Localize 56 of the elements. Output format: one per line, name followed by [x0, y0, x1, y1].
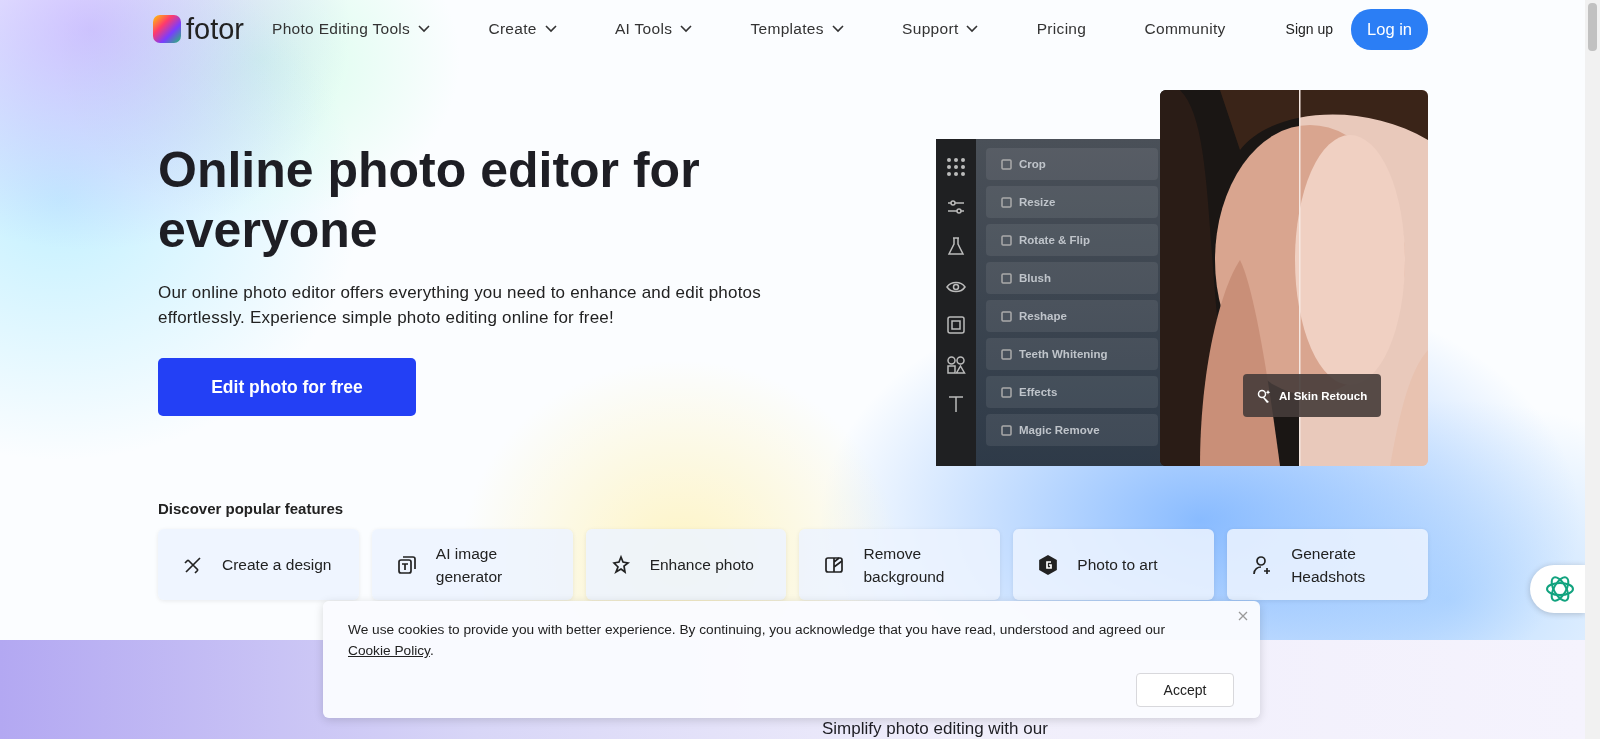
section-heading: Simplify photo editing with our	[822, 720, 1048, 738]
text-icon[interactable]	[946, 394, 966, 414]
edit-photo-button[interactable]: Edit photo for free	[158, 358, 416, 416]
accept-button[interactable]: Accept	[1136, 673, 1234, 707]
logo-icon	[152, 14, 182, 44]
text-image-icon	[395, 553, 418, 576]
tool-icon	[1000, 271, 1013, 285]
feature-card[interactable]: AI image generator	[371, 529, 573, 600]
sign-up-link[interactable]: Sign up	[1285, 21, 1334, 37]
tool-item[interactable]: Crop	[986, 148, 1158, 180]
feature-card[interactable]: Generate Headshots	[1227, 529, 1428, 600]
nav-link[interactable]: Community	[1144, 20, 1226, 38]
feature-card[interactable]: Create a design	[158, 529, 359, 600]
cookie-policy-link[interactable]: Cookie Policy	[348, 643, 430, 658]
tool-item[interactable]: Reshape	[986, 300, 1158, 332]
nav-link[interactable]: Pricing	[1036, 20, 1087, 38]
tool-item[interactable]: Resize	[986, 186, 1158, 218]
tool-icon	[1000, 385, 1013, 399]
frame-icon[interactable]	[946, 315, 966, 335]
chevron-down-icon[interactable]	[418, 25, 431, 33]
tool-icon	[1000, 157, 1013, 171]
nav-link[interactable]: AI Tools	[615, 20, 693, 38]
grid-icon[interactable]	[946, 157, 966, 177]
scrollbar[interactable]	[1585, 0, 1600, 739]
tool-icon	[1000, 423, 1013, 437]
tool-icon	[1000, 309, 1013, 323]
nav-link[interactable]: Support	[902, 20, 979, 38]
tool-icon	[1000, 233, 1013, 247]
chat-assistant-button[interactable]	[1530, 565, 1585, 613]
nav-link[interactable]: Create	[488, 20, 557, 38]
tool-item[interactable]: Blush	[986, 262, 1158, 294]
tool-icon	[1000, 195, 1013, 209]
features-title: Discover popular features	[158, 500, 345, 517]
logo-text[interactable]: fotor	[186, 12, 245, 46]
tool-item[interactable]: Rotate & Flip	[986, 224, 1158, 256]
chevron-down-icon[interactable]	[966, 25, 979, 33]
tool-item[interactable]: Magic Remove	[986, 414, 1158, 446]
shapes-icon[interactable]	[946, 354, 966, 375]
nav-link[interactable]: Photo Editing Tools	[272, 20, 431, 38]
chevron-down-icon[interactable]	[544, 25, 557, 33]
hexagon-letter-icon	[1037, 553, 1060, 576]
tool-item[interactable]: Teeth Whitening	[986, 338, 1158, 370]
flask-icon[interactable]	[946, 236, 966, 256]
cookie-text: We use cookies to provide you with better experience. By continuing, you acknowledge that you have read, understood and agreed our Cookie Policy.	[348, 621, 1166, 660]
feature-card[interactable]: Photo to art	[1013, 529, 1215, 600]
tool-icon	[1000, 347, 1013, 361]
nav-link[interactable]: Templates	[750, 20, 844, 38]
ai-skin-retouch-badge[interactable]: AI Skin Retouch	[1243, 374, 1382, 417]
chevron-down-icon[interactable]	[831, 25, 844, 33]
chevron-down-icon[interactable]	[680, 25, 693, 33]
tool-item[interactable]: Effects	[986, 376, 1158, 408]
close-icon[interactable]	[1238, 611, 1248, 621]
feature-card[interactable]: Remove background	[799, 529, 1001, 600]
hero-title: Online photo editor for everyone	[158, 141, 701, 260]
feature-card[interactable]: Enhance photo	[585, 529, 787, 600]
hero-description: Our online photo editor offers everything you need to enhance and edit photos effortlessly. Experience simple photo editing online for free!	[158, 282, 762, 329]
